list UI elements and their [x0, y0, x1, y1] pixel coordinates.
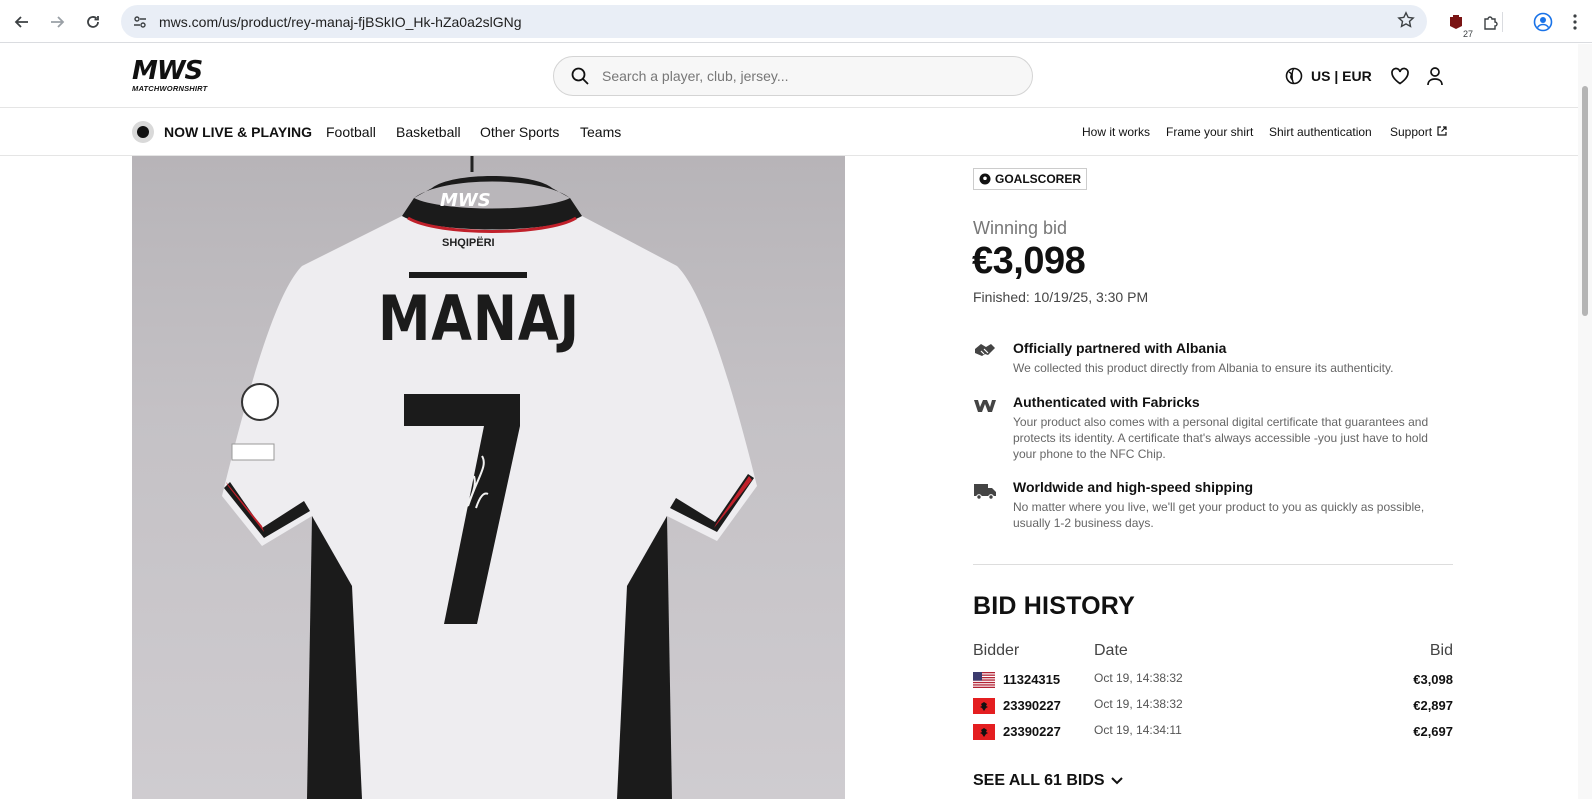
feature-description: We collected this product directly from …	[1013, 361, 1394, 375]
shirt-name: MANAJ	[378, 282, 580, 355]
goalscorer-badge: GOALSCORER	[973, 168, 1088, 190]
search-bar[interactable]	[553, 56, 1033, 96]
bookmark-star-icon[interactable]	[1397, 11, 1415, 34]
feature-title: Officially partnered with Albania	[1013, 340, 1227, 356]
logo-mark: MWS	[132, 56, 203, 86]
category-nav: NOW LIVE & PLAYING Football Basketball O…	[0, 109, 1592, 156]
puzzle-extensions-icon[interactable]	[1478, 9, 1504, 35]
profile-icon[interactable]	[1530, 9, 1556, 35]
nav-other-sports[interactable]: Other Sports	[480, 124, 559, 140]
live-playing-link[interactable]: NOW LIVE & PLAYING	[164, 124, 312, 140]
us-flag-icon	[973, 672, 995, 688]
support-label: Support	[1390, 125, 1433, 139]
back-icon[interactable]	[10, 10, 34, 34]
browser-toolbar: mws.com/us/product/rey-manaj-fjBSkIO_Hk-…	[0, 0, 1592, 43]
scrollbar-thumb[interactable]	[1582, 86, 1588, 316]
mws-logo[interactable]: MWS MATCHWORNSHIRT	[132, 58, 216, 94]
bidder-id: 11324315	[1003, 672, 1061, 687]
forward-icon[interactable]	[45, 10, 69, 34]
external-link-icon	[1437, 126, 1447, 136]
globe-icon[interactable]	[1285, 67, 1303, 85]
bid-row: 23390227 Oct 19, 14:38:32 €2,897	[973, 696, 1453, 716]
winning-bid-amount: €3,098	[972, 240, 1086, 282]
winning-bid-label: Winning bid	[973, 218, 1068, 238]
live-indicator-icon	[132, 121, 154, 143]
link-shirt-authentication[interactable]: Shirt authentication	[1269, 125, 1372, 139]
bid-date: Oct 19, 14:38:32	[1094, 671, 1183, 685]
feature-description: No matter where you live, we'll get your…	[1013, 500, 1425, 530]
column-bid: Bid	[1429, 642, 1453, 659]
truck-icon	[974, 484, 996, 500]
see-all-bids-button[interactable]: SEE ALL 61 BIDS	[973, 772, 1123, 790]
locale-selector[interactable]: US | EUR	[1311, 68, 1372, 84]
search-input[interactable]	[602, 68, 1002, 84]
bid-amount: €2,697	[1413, 724, 1453, 739]
section-divider	[973, 564, 1453, 565]
search-icon	[571, 67, 589, 85]
badge-label: GOALSCORER	[995, 172, 1082, 186]
nav-basketball[interactable]: Basketball	[396, 124, 461, 140]
toolbar-divider	[1502, 12, 1503, 32]
account-icon[interactable]	[1426, 66, 1444, 86]
football-icon	[979, 173, 991, 185]
extension-badge: 27	[1462, 29, 1473, 39]
see-all-label: SEE ALL 61 BIDS	[973, 772, 1105, 789]
page-scrollbar[interactable]	[1578, 44, 1592, 799]
chevron-down-icon	[1110, 777, 1123, 785]
feature-title: Authenticated with Fabricks	[1013, 394, 1200, 410]
feature-title: Worldwide and high-speed shipping	[1013, 479, 1254, 495]
menu-dots-icon[interactable]	[1562, 9, 1588, 35]
header-actions: US | EUR	[1285, 64, 1444, 88]
link-support[interactable]: Support	[1390, 125, 1447, 139]
jersey-illustration	[222, 156, 757, 799]
bid-date: Oct 19, 14:38:32	[1094, 697, 1183, 711]
column-bidder: Bidder	[973, 642, 1020, 659]
product-image[interactable]: MWS SHQIPËRI MANAJ 7	[132, 156, 845, 799]
url-text[interactable]: mws.com/us/product/rey-manaj-fjBSkIO_Hk-…	[159, 14, 522, 30]
column-date: Date	[1094, 642, 1128, 659]
bidder-id: 23390227	[1003, 724, 1061, 739]
link-how-it-works[interactable]: How it works	[1082, 125, 1150, 139]
site-header: MWS MATCHWORNSHIRT US | EUR	[0, 44, 1592, 108]
link-frame-your-shirt[interactable]: Frame your shirt	[1166, 125, 1253, 139]
handshake-icon	[975, 344, 995, 356]
heart-icon[interactable]	[1390, 67, 1410, 85]
reload-icon[interactable]	[81, 10, 105, 34]
extension-icon[interactable]: 27	[1443, 9, 1473, 39]
bid-amount: €3,098	[1413, 672, 1453, 687]
shirt-collar-logo: MWS	[440, 190, 491, 211]
bid-amount: €2,897	[1413, 698, 1453, 713]
bid-history-title: BID HISTORY	[973, 592, 1135, 620]
address-bar[interactable]: mws.com/us/product/rey-manaj-fjBSkIO_Hk-…	[121, 5, 1427, 38]
bid-date: Oct 19, 14:34:11	[1094, 723, 1182, 737]
site-info-icon[interactable]	[131, 13, 149, 31]
bid-row: 11324315 Oct 19, 14:38:32 €3,098	[973, 670, 1453, 690]
albania-flag-icon	[973, 698, 995, 714]
shirt-country: SHQIPËRI	[442, 237, 495, 249]
logo-subtitle: MATCHWORNSHIRT	[132, 84, 208, 93]
fabricks-icon	[974, 400, 996, 412]
nav-football[interactable]: Football	[326, 124, 376, 140]
bid-row: 23390227 Oct 19, 14:34:11 €2,697	[973, 722, 1453, 742]
auction-finished-time: Finished: 10/19/25, 3:30 PM	[973, 289, 1149, 305]
feature-description: Your product also comes with a personal …	[1013, 415, 1429, 461]
nav-teams[interactable]: Teams	[580, 124, 621, 140]
albania-flag-icon	[973, 724, 995, 740]
bidder-id: 23390227	[1003, 698, 1061, 713]
